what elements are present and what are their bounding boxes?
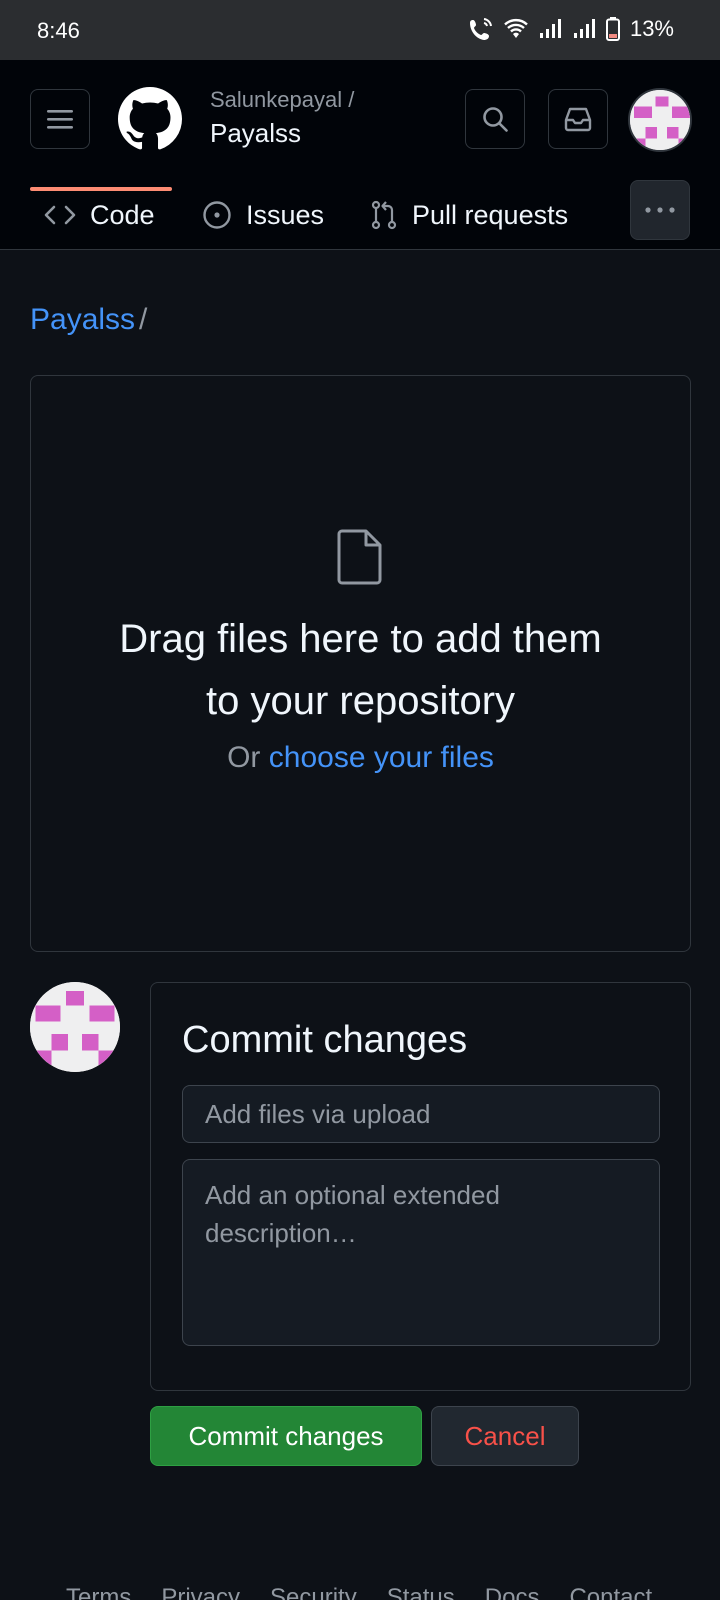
- more-tabs-button[interactable]: [630, 180, 690, 240]
- status-bar: 8:46 13%: [0, 0, 720, 60]
- repo-owner-link[interactable]: Salunkepayal /: [210, 87, 354, 113]
- status-time: 8:46: [37, 18, 80, 43]
- inbox-button[interactable]: [548, 89, 608, 149]
- commit-changes-box: Commit changes: [150, 982, 691, 1391]
- search-icon: [483, 107, 508, 132]
- user-avatar[interactable]: [628, 88, 692, 152]
- tab-label: Issues: [246, 199, 325, 230]
- dropzone-subtext: Or choose your files: [31, 741, 690, 775]
- footer-link-privacy[interactable]: Privacy: [161, 1584, 240, 1600]
- issue-opened-icon: [203, 201, 231, 229]
- footer-link-contact[interactable]: Contact: [569, 1584, 652, 1600]
- breadcrumb-repo-link[interactable]: Payalss: [30, 303, 135, 336]
- tab-label: Pull requests: [412, 199, 569, 230]
- cancel-button[interactable]: Cancel: [431, 1406, 579, 1466]
- repo-name-link[interactable]: Payalss: [210, 118, 301, 149]
- commit-description-textarea[interactable]: [182, 1159, 660, 1346]
- footer-link-terms[interactable]: Terms: [66, 1584, 131, 1600]
- kebab-horizontal-icon: [645, 207, 675, 213]
- commit-author-avatar: [30, 982, 120, 1072]
- tab-label: Code: [90, 199, 155, 230]
- search-button[interactable]: [465, 89, 525, 149]
- choose-files-link[interactable]: choose your files: [269, 741, 494, 774]
- breadcrumb: Payalss /: [30, 303, 147, 337]
- code-icon: [44, 205, 76, 225]
- commit-title: Commit changes: [182, 1019, 468, 1061]
- footer-link-security[interactable]: Security: [270, 1584, 357, 1600]
- git-pull-request-icon: [371, 200, 397, 230]
- dropzone-title: Drag files here to add them to your repo…: [119, 617, 602, 723]
- menu-button[interactable]: [30, 89, 90, 149]
- signal-icon: [538, 19, 562, 39]
- file-icon: [336, 528, 386, 591]
- commit-message-input[interactable]: [182, 1085, 660, 1143]
- tab-pull-requests[interactable]: Pull requests: [370, 180, 568, 250]
- inbox-icon: [564, 107, 592, 132]
- wifi-calling-icon: [468, 17, 494, 41]
- breadcrumb-separator: /: [139, 303, 148, 336]
- signal-icon: [572, 19, 596, 39]
- footer-link-docs[interactable]: Docs: [485, 1584, 540, 1600]
- commit-changes-button[interactable]: Commit changes: [150, 1406, 422, 1466]
- tab-issues[interactable]: Issues: [202, 180, 324, 250]
- github-logo-icon[interactable]: [118, 87, 182, 151]
- dropzone-or-text: Or: [227, 741, 269, 774]
- footer-link-status[interactable]: Status: [387, 1584, 455, 1600]
- footer: Terms Privacy Security Status Docs Conta…: [0, 1584, 720, 1600]
- app-header: Salunkepayal / Payalss Code Issues Pull …: [0, 60, 720, 250]
- file-dropzone[interactable]: Drag files here to add them to your repo…: [30, 375, 691, 952]
- hamburger-icon: [47, 110, 73, 129]
- battery-low-icon: [605, 17, 620, 41]
- selected-tab-indicator: [30, 187, 172, 191]
- battery-percent: 13%: [629, 16, 674, 41]
- wifi-icon: [504, 18, 528, 40]
